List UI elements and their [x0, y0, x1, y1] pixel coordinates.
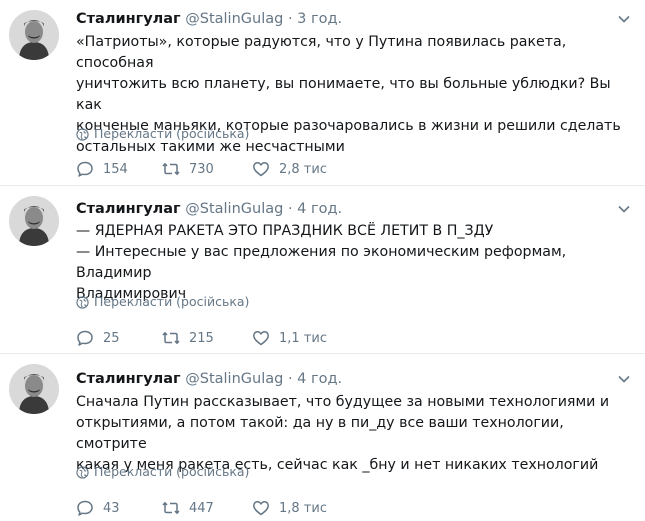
reply-icon [77, 330, 93, 346]
tweet-actions: 154 730 2,8 тис [76, 159, 376, 179]
tweet-time[interactable]: 4 год. [297, 371, 342, 387]
heart-icon [253, 331, 269, 346]
chevron-down-icon[interactable] [617, 202, 631, 216]
chevron-down-icon[interactable] [617, 372, 631, 386]
separator-dot: · [287, 11, 293, 27]
retweet-icon [162, 163, 180, 175]
reply-count: 43 [103, 500, 120, 516]
tweet-text-line: — ЯДЕРНАЯ РАКЕТА ЭТО ПРАЗДНИК ВСЁ ЛЕТИТ … [76, 223, 494, 239]
tweet-time[interactable]: 3 год. [297, 11, 342, 27]
reply-button[interactable]: 25 [76, 328, 120, 348]
like-button[interactable]: 1,1 тис [252, 328, 327, 348]
retweet-count: 215 [189, 330, 214, 346]
retweet-button[interactable]: 730 [162, 159, 214, 179]
author-handle[interactable]: @StalinGulag [185, 201, 283, 217]
translate-link[interactable]: Перекласти (російська) [76, 464, 249, 480]
tweet[interactable]: Сталингулаг @StalinGulag · 4 год. — ЯДЕР… [0, 186, 645, 354]
translate-label: Перекласти (російська) [94, 464, 250, 479]
translate-label: Перекласти (російська) [94, 126, 250, 141]
tweet-text-line: — Интересные у вас предложения по эконом… [76, 244, 567, 281]
avatar[interactable] [9, 10, 59, 60]
reply-count: 25 [103, 330, 120, 346]
retweet-icon [162, 502, 180, 514]
author-name[interactable]: Сталингулаг [76, 201, 181, 217]
chevron-down-icon[interactable] [617, 12, 631, 26]
tweet-text-line: Сначала Путин рассказывает, что будущее … [76, 394, 610, 410]
retweet-count: 447 [189, 500, 214, 516]
separator-dot: · [287, 201, 293, 217]
reply-button[interactable]: 154 [76, 159, 128, 179]
like-count: 2,8 тис [279, 161, 327, 177]
tweet[interactable]: Сталингулаг @StalinGulag · 4 год. Сначал… [0, 354, 645, 521]
tweet-text-line: открытиями, а потом такой: да ну в пи_ду… [76, 415, 564, 452]
translate-label: Перекласти (російська) [94, 294, 250, 309]
author-name[interactable]: Сталингулаг [76, 371, 181, 387]
globe-icon [76, 127, 89, 141]
like-button[interactable]: 1,8 тис [252, 498, 327, 518]
tweet[interactable]: Сталингулаг @StalinGulag · 3 год. «Патри… [0, 0, 645, 186]
tweet-actions: 43 447 1,8 тис [76, 498, 376, 518]
author-name[interactable]: Сталингулаг [76, 11, 181, 27]
reply-button[interactable]: 43 [76, 498, 120, 518]
tweet-actions: 25 215 1,1 тис [76, 328, 376, 348]
reply-icon [77, 500, 93, 516]
retweet-count: 730 [189, 161, 214, 177]
reply-icon [77, 161, 93, 177]
like-button[interactable]: 2,8 тис [252, 159, 327, 179]
author-handle[interactable]: @StalinGulag [185, 11, 283, 27]
retweet-button[interactable]: 447 [162, 498, 214, 518]
translate-link[interactable]: Перекласти (російська) [76, 294, 249, 310]
like-count: 1,1 тис [279, 330, 327, 346]
tweet-text: — ЯДЕРНАЯ РАКЕТА ЭТО ПРАЗДНИК ВСЁ ЛЕТИТ … [76, 221, 631, 305]
globe-icon [76, 295, 89, 309]
separator-dot: · [287, 371, 293, 387]
reply-count: 154 [103, 161, 128, 177]
retweet-button[interactable]: 215 [162, 328, 214, 348]
heart-icon [253, 501, 269, 516]
retweet-icon [162, 332, 180, 344]
tweet-text-line: уничтожить всю планету, вы понимаете, чт… [76, 76, 611, 113]
translate-link[interactable]: Перекласти (російська) [76, 126, 249, 142]
globe-icon [76, 465, 89, 479]
tweet-time[interactable]: 4 год. [297, 201, 342, 217]
avatar[interactable] [9, 196, 59, 246]
avatar[interactable] [9, 364, 59, 414]
like-count: 1,8 тис [279, 500, 327, 516]
heart-icon [253, 162, 269, 177]
tweet-text-line: «Патриоты», которые радуются, что у Пути… [76, 34, 567, 71]
author-handle[interactable]: @StalinGulag [185, 371, 283, 387]
